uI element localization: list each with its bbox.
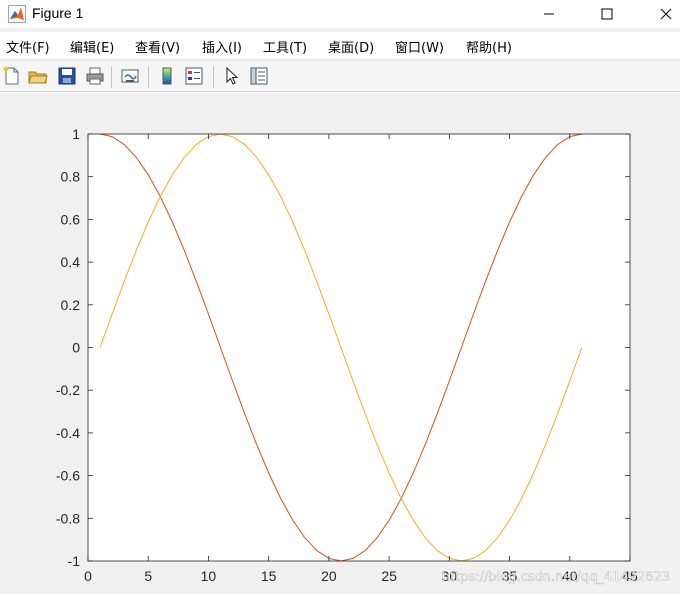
window-title: Figure 1 (32, 5, 84, 21)
figure-toolbar (0, 60, 680, 92)
maximize-icon (601, 8, 613, 20)
edit-plot-button[interactable] (222, 66, 242, 86)
insert-legend-button[interactable] (184, 66, 204, 86)
y-tick-label: 0.4 (61, 254, 81, 270)
minimize-icon (544, 13, 554, 15)
minimize-button[interactable] (526, 0, 572, 28)
matlab-logo-icon (8, 5, 26, 23)
y-tick-label: -0.8 (56, 510, 80, 526)
y-tick-label: -0.4 (56, 425, 80, 441)
new-figure-button[interactable] (2, 66, 22, 86)
x-tick-label: 5 (144, 568, 152, 584)
edit-plot-arrow-icon (226, 66, 239, 85)
y-tick-label: 1 (72, 126, 80, 142)
x-tick-label: 0 (84, 568, 92, 584)
y-tick-label: -0.6 (56, 468, 80, 484)
y-tick-label: 0.8 (61, 169, 81, 185)
menu-tools[interactable]: 工具(T) (263, 37, 307, 56)
insert-colorbar-icon (162, 67, 172, 85)
property-inspector-button[interactable] (249, 66, 269, 86)
menu-file[interactable]: 文件(F) (6, 37, 50, 56)
x-tick-label: 10 (201, 568, 217, 584)
y-tick-label: -1 (68, 553, 81, 569)
figure-canvas: 0 5 10 15 20 25 30 35 40 45 1 0.8 0.6 0.4 0.2 0 -0.2 -0.4… (0, 92, 680, 594)
insert-legend-icon (185, 67, 203, 85)
x-tick-label: 20 (321, 568, 337, 584)
open-file-button[interactable] (28, 66, 48, 86)
menu-help[interactable]: 帮助(H) (466, 37, 512, 56)
toolbar-separator (148, 66, 149, 88)
save-icon (58, 67, 76, 85)
watermark-text: https://blog.csdn.net/qq_41492623 (442, 570, 670, 585)
close-button[interactable] (643, 0, 680, 28)
insert-colorbar-button[interactable] (157, 66, 177, 86)
y-tick-label: -0.2 (56, 382, 80, 398)
save-button[interactable] (57, 66, 77, 86)
property-inspector-icon (250, 67, 268, 85)
y-tick-label: 0.6 (61, 211, 81, 227)
close-icon (660, 8, 672, 20)
menu-desktop[interactable]: 桌面(D) (328, 37, 374, 56)
plot-axes[interactable]: 0 5 10 15 20 25 30 35 40 4510.80.60.40.20-0.2-0.4… (0, 92, 680, 594)
y-tick-label: 0 (72, 340, 80, 356)
link-plot-button[interactable] (120, 66, 140, 86)
menu-bar: 文件(F) 编辑(E) 查看(V) 插入(I) 工具(T) 桌面(D) 窗口(W… (0, 32, 680, 58)
link-plot-icon (121, 69, 139, 83)
new-figure-icon (3, 66, 19, 85)
toolbar-separator (111, 66, 112, 88)
axes-background (88, 134, 630, 561)
maximize-button[interactable] (584, 0, 630, 28)
menu-view[interactable]: 查看(V) (135, 37, 180, 56)
print-button[interactable] (85, 66, 105, 86)
print-icon (86, 67, 104, 85)
open-file-icon (28, 71, 48, 84)
x-tick-label: 25 (381, 568, 397, 584)
toolbar-separator (213, 66, 214, 88)
menu-insert[interactable]: 插入(I) (202, 37, 242, 56)
menu-window[interactable]: 窗口(W) (395, 37, 444, 56)
x-tick-label: 15 (261, 568, 277, 584)
menu-edit[interactable]: 编辑(E) (70, 37, 114, 56)
title-bar: Figure 1 (0, 0, 680, 28)
y-tick-label: 0.2 (61, 297, 81, 313)
